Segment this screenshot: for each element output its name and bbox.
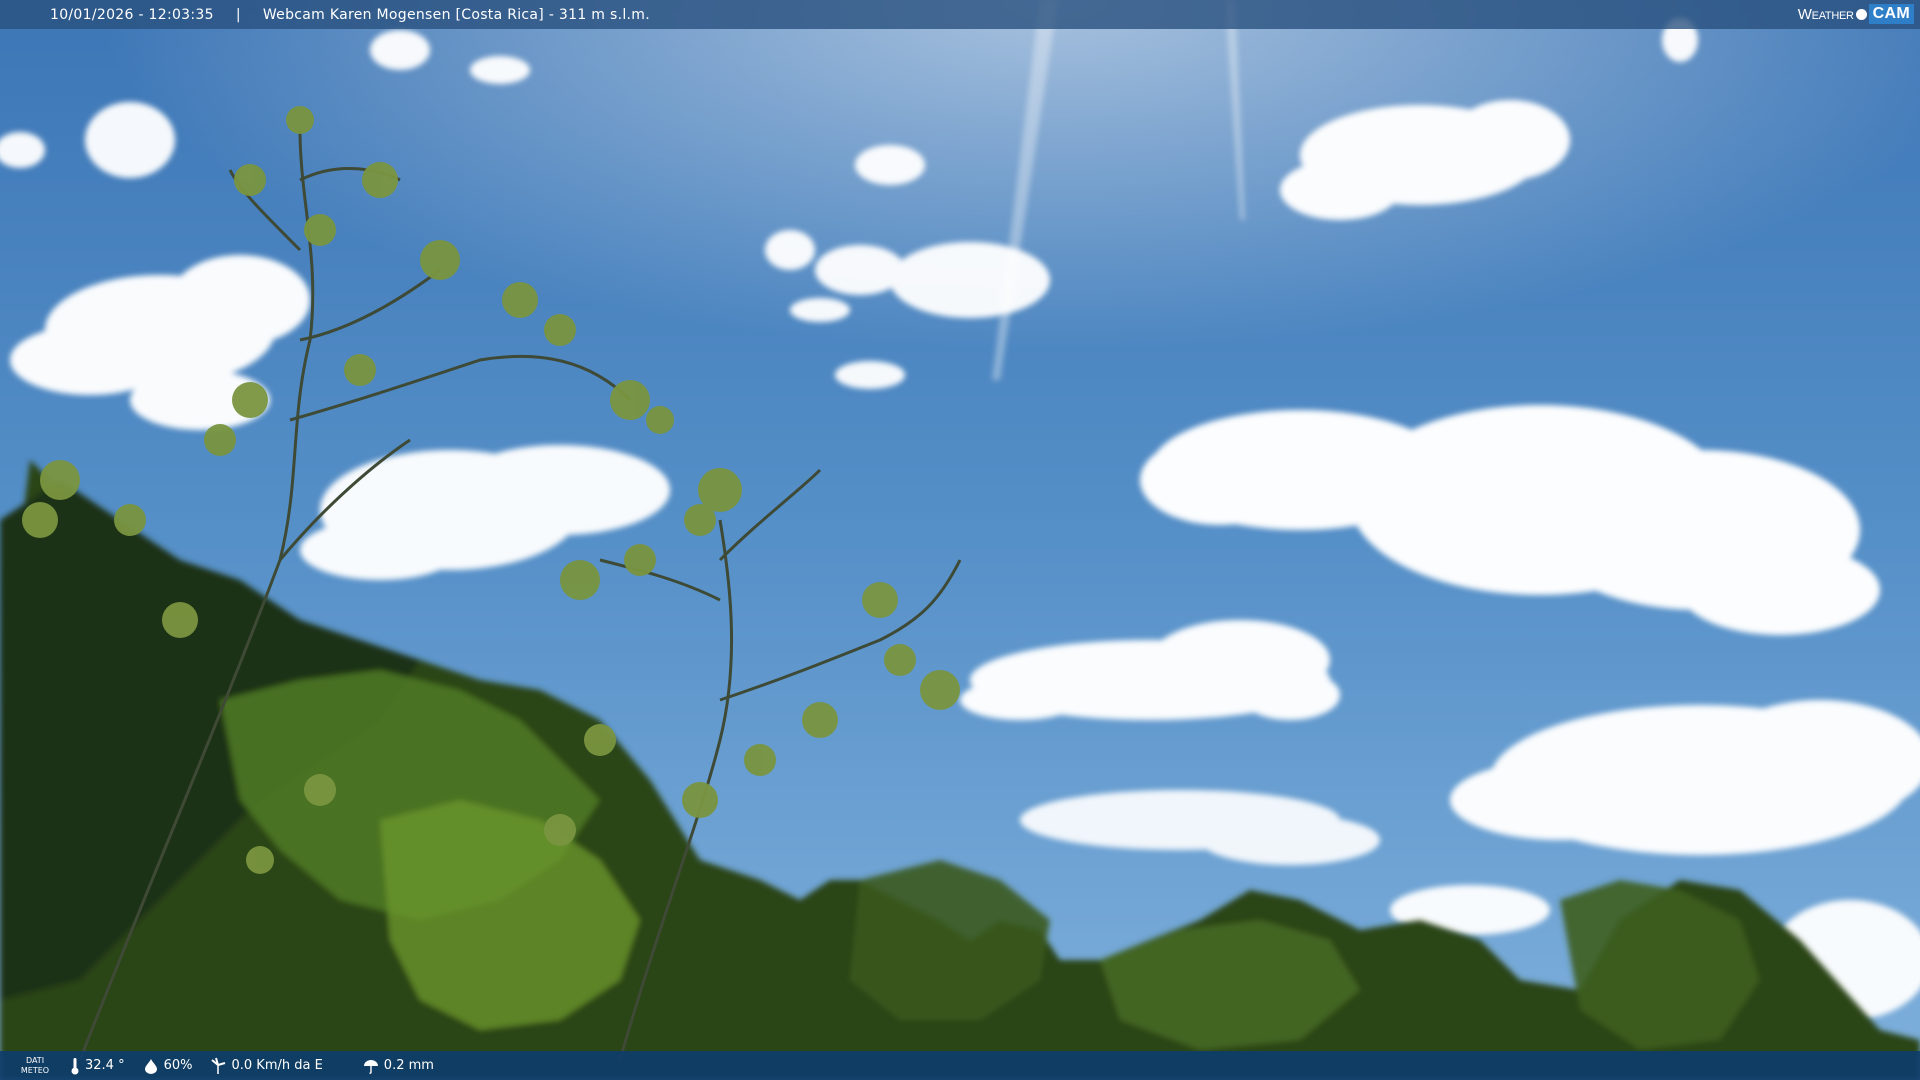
separator: | <box>235 6 241 23</box>
temperature-reading: 32.4 ° <box>70 1057 125 1075</box>
dati-label: DATI <box>25 1055 45 1065</box>
overlay-top-bar: 10/01/2026 - 12:03:35 | Webcam Karen Mog… <box>0 0 1920 29</box>
rain-reading: 0.2 mm <box>363 1058 434 1074</box>
thermometer-icon <box>71 1057 79 1074</box>
logo-dot-icon <box>1855 8 1867 20</box>
wind-turbine-icon <box>211 1057 226 1074</box>
timestamp: 10/01/2026 - 12:03:35 <box>50 6 214 23</box>
rain-value: 0.2 mm <box>383 1058 434 1073</box>
meteo-label: METEO <box>20 1065 50 1075</box>
wind-reading: 0.0 Km/h da E <box>210 1057 323 1075</box>
umbrella-icon <box>363 1059 378 1074</box>
logo-word-weather: Weather <box>1797 5 1854 23</box>
temperature-value: 32.4 ° <box>85 1058 125 1073</box>
droplet-icon <box>144 1058 157 1074</box>
webcam-image <box>0 0 1920 1080</box>
wind-value: 0.0 Km/h da E <box>231 1058 323 1073</box>
humidity-value: 60% <box>163 1058 193 1073</box>
logo-word-cam: CAM <box>1868 4 1914 24</box>
humidity-reading: 60% <box>143 1058 193 1074</box>
webcam-caption: Webcam Karen Mogensen [Costa Rica] - 311… <box>262 6 650 23</box>
dati-meteo-label: DATI METEO <box>18 1056 52 1076</box>
weathercam-logo: Weather CAM <box>1798 3 1914 25</box>
overlay-weather-bar: DATI METEO 32.4 ° 60% 0.0 Km/h da E 0.2 … <box>0 1051 1920 1080</box>
